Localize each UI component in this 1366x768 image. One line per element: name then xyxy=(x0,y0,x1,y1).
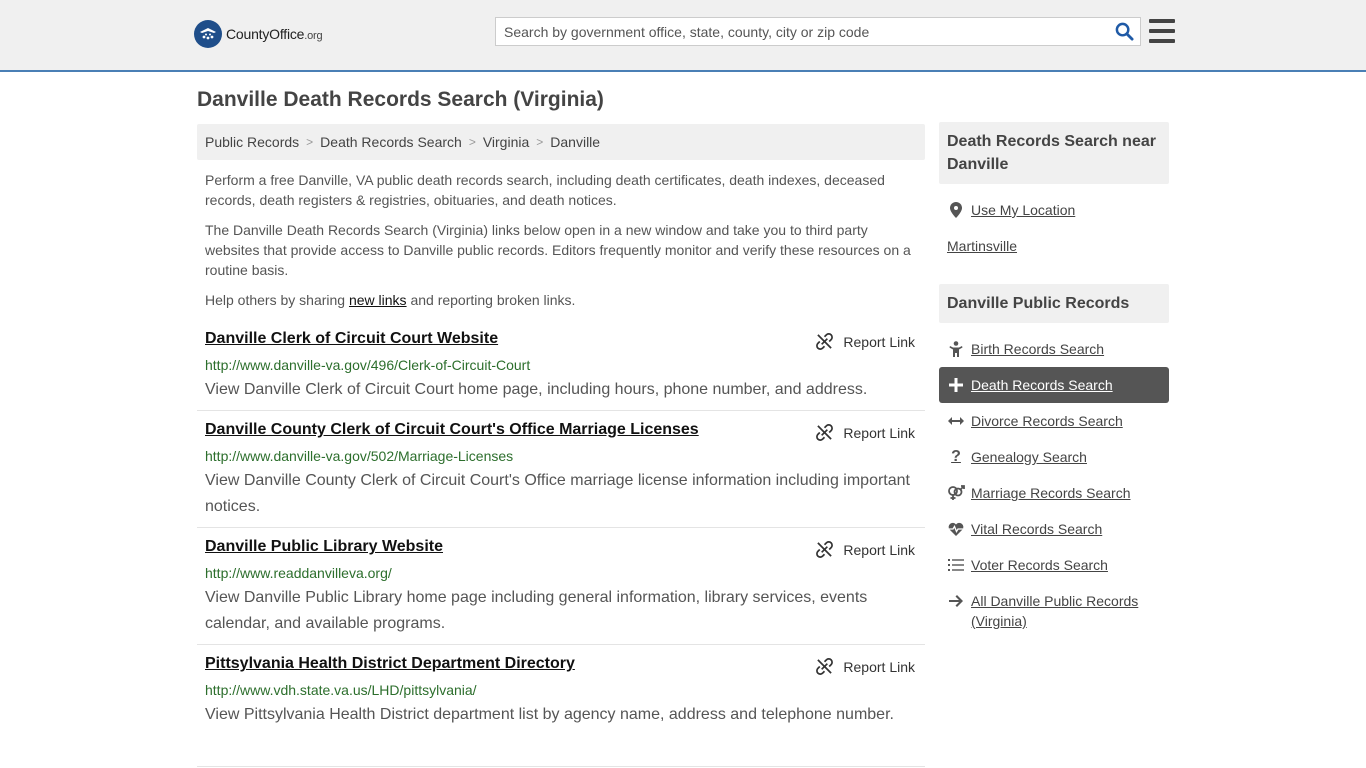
breadcrumb-danville[interactable]: Danville xyxy=(550,134,600,150)
broken-link-icon xyxy=(816,541,834,558)
sidebar-item-all-public-records[interactable]: All Danville Public Records (Virginia) xyxy=(947,591,1167,631)
listing-description: View Danville Clerk of Circuit Court hom… xyxy=(205,381,868,398)
search-button[interactable] xyxy=(1108,18,1140,45)
venus-mars-icon xyxy=(947,483,965,503)
listing-item: Pittsylvania Health District Department … xyxy=(197,655,925,767)
heartbeat-icon xyxy=(947,519,965,539)
search-box xyxy=(495,17,1141,46)
sidebar-item-genealogy[interactable]: ? Genealogy Search xyxy=(947,447,1087,467)
breadcrumb-virginia[interactable]: Virginia xyxy=(483,134,529,150)
cross-icon xyxy=(947,375,965,395)
sidebar-item-marriage-records[interactable]: Marriage Records Search xyxy=(947,483,1131,503)
report-link-button[interactable]: Report Link xyxy=(816,658,915,675)
broken-link-icon xyxy=(816,333,834,350)
search-input[interactable] xyxy=(496,18,1108,45)
sidebar-item-birth-records[interactable]: Birth Records Search xyxy=(947,339,1104,359)
page-title: Danville Death Records Search (Virginia) xyxy=(197,88,604,111)
child-icon xyxy=(947,339,965,359)
chevron-right-icon: > xyxy=(468,135,476,149)
intro-paragraph-3: Help others by sharing new links and rep… xyxy=(205,292,576,308)
sidebar-item-divorce-records[interactable]: Divorce Records Search xyxy=(947,411,1123,431)
listing-description: View Pittsylvania Health District depart… xyxy=(205,706,894,723)
listing-item: Danville Clerk of Circuit Court Website … xyxy=(197,330,925,411)
sidebar-near-heading: Death Records Search near Danville xyxy=(939,122,1169,184)
hamburger-menu-icon[interactable] xyxy=(1149,19,1175,43)
listing-url: http://www.readdanvilleva.org/ xyxy=(205,565,392,581)
nearby-martinsville-link[interactable]: Martinsville xyxy=(947,236,1017,256)
seal-icon xyxy=(194,20,222,48)
chevron-right-icon: > xyxy=(306,135,314,149)
listing-description: View Danville County Clerk of Circuit Co… xyxy=(205,472,910,515)
broken-link-icon xyxy=(816,424,834,441)
list-icon xyxy=(947,555,965,575)
listing-item: Danville County Clerk of Circuit Court's… xyxy=(197,421,925,528)
listing-url: http://www.danville-va.gov/502/Marriage-… xyxy=(205,448,514,464)
logo-text: CountyOffice.org xyxy=(226,26,323,42)
listing-title-link[interactable]: Danville County Clerk of Circuit Court's… xyxy=(205,421,699,439)
listing-title-link[interactable]: Danville Clerk of Circuit Court Website xyxy=(205,330,498,348)
listing-item: Danville Public Library Website Report L… xyxy=(197,538,925,645)
arrow-right-icon xyxy=(947,591,965,611)
listing-title-link[interactable]: Pittsylvania Health District Department … xyxy=(205,655,575,673)
arrows-horizontal-icon xyxy=(947,411,965,431)
sidebar-active-item-bg: Death Records Search xyxy=(939,367,1169,403)
intro-paragraph-1: Perform a free Danville, VA public death… xyxy=(205,172,885,208)
breadcrumb-public-records[interactable]: Public Records xyxy=(205,134,299,150)
breadcrumb: Public Records > Death Records Search > … xyxy=(197,124,925,160)
new-links-link[interactable]: new links xyxy=(349,292,407,308)
breadcrumb-death-records[interactable]: Death Records Search xyxy=(320,134,462,150)
broken-link-icon xyxy=(816,658,834,675)
listing-url: http://www.danville-va.gov/496/Clerk-of-… xyxy=(205,357,531,373)
site-logo[interactable]: CountyOffice.org xyxy=(194,20,323,48)
search-icon xyxy=(1115,22,1134,41)
map-marker-icon xyxy=(947,200,965,220)
sidebar-records-heading: Danville Public Records xyxy=(939,284,1169,323)
question-icon: ? xyxy=(951,448,961,465)
report-link-button[interactable]: Report Link xyxy=(816,541,915,558)
intro-paragraph-2: The Danville Death Records Search (Virgi… xyxy=(205,222,911,278)
site-header: CountyOffice.org xyxy=(0,0,1366,72)
listing-title-link[interactable]: Danville Public Library Website xyxy=(205,538,443,556)
sidebar-item-death-records[interactable]: Death Records Search xyxy=(947,375,1113,395)
sidebar-item-vital-records[interactable]: Vital Records Search xyxy=(947,519,1102,539)
report-link-button[interactable]: Report Link xyxy=(816,333,915,350)
listing-url: http://www.vdh.state.va.us/LHD/pittsylva… xyxy=(205,682,477,698)
sidebar-item-voter-records[interactable]: Voter Records Search xyxy=(947,555,1108,575)
use-my-location-link[interactable]: Use My Location xyxy=(947,200,1075,220)
report-link-button[interactable]: Report Link xyxy=(816,424,915,441)
chevron-right-icon: > xyxy=(536,135,544,149)
listing-description: View Danville Public Library home page i… xyxy=(205,589,868,632)
